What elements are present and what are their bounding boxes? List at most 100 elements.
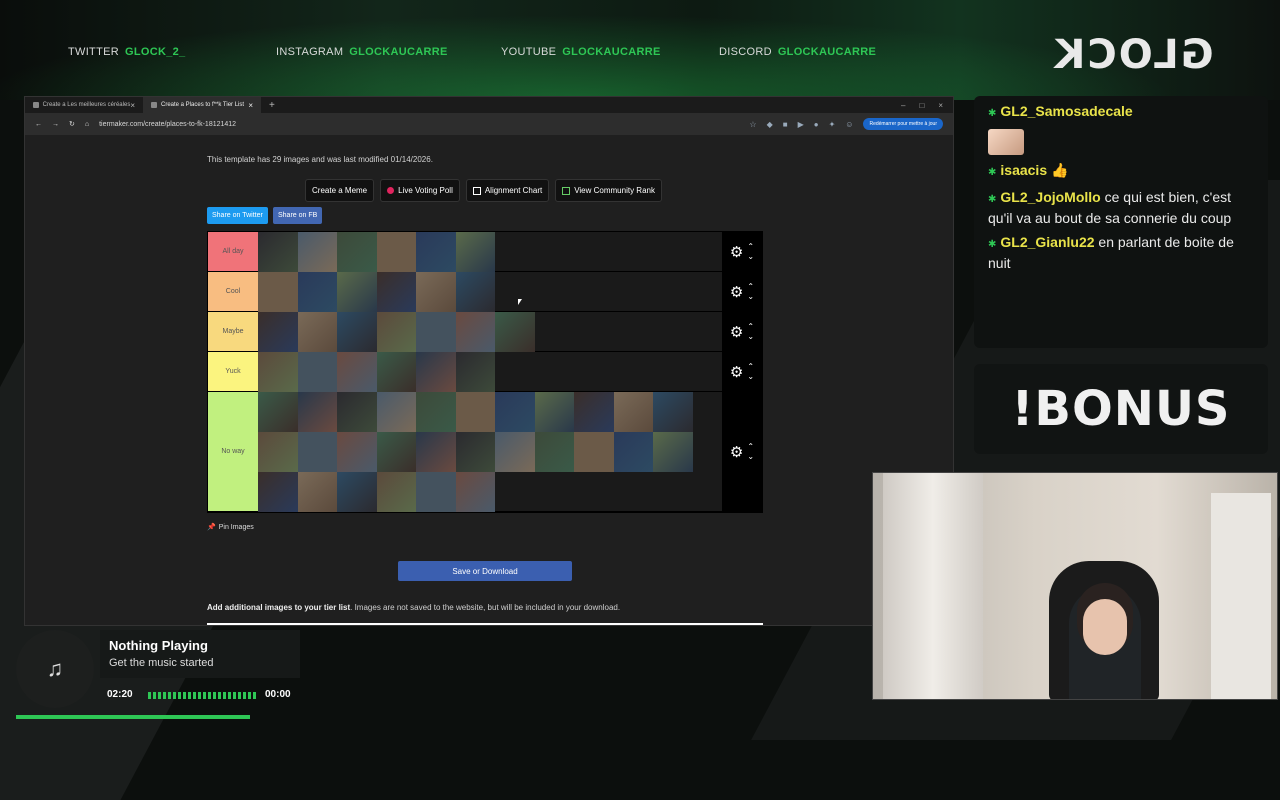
extension-icon[interactable]: ▶ (798, 120, 804, 129)
tier-image[interactable] (574, 432, 614, 472)
chevron-up-icon[interactable]: ⌃ (747, 282, 754, 292)
tier-image[interactable] (376, 312, 416, 352)
tier-image[interactable] (455, 432, 495, 472)
minimize-icon[interactable]: – (901, 101, 905, 110)
tier-image[interactable] (297, 432, 337, 472)
tier-image[interactable] (653, 432, 693, 472)
tier-image[interactable] (416, 232, 456, 272)
tier-image[interactable] (258, 352, 298, 392)
back-icon[interactable]: ← (35, 121, 42, 128)
tier-image[interactable] (455, 312, 495, 352)
chevron-down-icon[interactable]: ⌄ (747, 332, 754, 342)
close-tab-icon[interactable]: × (130, 101, 135, 110)
tier-image[interactable] (416, 272, 456, 312)
puzzle-icon[interactable]: ✦ (829, 120, 836, 129)
tier-image[interactable] (258, 392, 298, 432)
restart-update-button[interactable]: Redémarrer pour mettre à jour (863, 118, 943, 130)
extension-icon[interactable]: ● (814, 120, 819, 129)
tier-image[interactable] (337, 392, 377, 432)
gear-icon[interactable]: ⚙ (730, 363, 743, 381)
tier-image[interactable] (416, 432, 456, 472)
maximize-icon[interactable]: □ (919, 101, 924, 110)
chevron-up-icon[interactable]: ⌃ (747, 242, 754, 252)
tier-image[interactable] (613, 392, 653, 432)
gear-icon[interactable]: ⚙ (730, 243, 743, 261)
tier-image[interactable] (376, 432, 416, 472)
tier-label[interactable]: Cool (208, 272, 258, 311)
alignment-chart-button[interactable]: Alignment Chart (465, 179, 550, 202)
tier-image[interactable] (337, 352, 377, 392)
tier-image[interactable] (376, 472, 416, 512)
close-window-icon[interactable]: × (938, 101, 943, 110)
tier-image[interactable] (337, 232, 377, 272)
tier-image[interactable] (416, 312, 456, 352)
tier-image[interactable] (258, 272, 298, 312)
tier-image[interactable] (258, 432, 298, 472)
tier-label[interactable]: Maybe (208, 312, 258, 351)
bookmark-star-icon[interactable]: ☆ (749, 120, 756, 129)
tier-image[interactable] (495, 392, 535, 432)
tier-image[interactable] (455, 472, 495, 512)
save-download-button[interactable]: Save or Download (398, 561, 572, 581)
tier-image[interactable] (376, 272, 416, 312)
share-twitter-button[interactable]: Share on Twitter (207, 207, 268, 224)
tier-label[interactable]: No way (208, 392, 258, 511)
tier-image[interactable] (297, 352, 337, 392)
browser-tab-active[interactable]: Create a Places to f**k Tier List × (143, 97, 261, 113)
tier-image[interactable] (258, 312, 298, 352)
chevron-down-icon[interactable]: ⌄ (747, 252, 754, 262)
forward-icon[interactable]: → (52, 121, 59, 128)
tier-image[interactable] (455, 232, 495, 272)
chevron-down-icon[interactable]: ⌄ (747, 292, 754, 302)
home-icon[interactable]: ⌂ (85, 121, 89, 128)
tier-image[interactable] (534, 392, 574, 432)
tier-image[interactable] (337, 312, 377, 352)
tier-image[interactable] (653, 392, 693, 432)
tier-image[interactable] (297, 272, 337, 312)
view-community-rank-button[interactable]: View Community Rank (555, 179, 662, 202)
tier-image[interactable] (297, 232, 337, 272)
chevron-down-icon[interactable]: ⌄ (747, 452, 754, 462)
tier-label[interactable]: Yuck (208, 352, 258, 391)
live-voting-poll-button[interactable]: Live Voting Poll (380, 179, 460, 202)
close-tab-icon[interactable]: × (248, 101, 253, 110)
tier-image[interactable] (337, 272, 377, 312)
share-fb-button[interactable]: Share on FB (273, 207, 323, 224)
chevron-up-icon[interactable]: ⌃ (747, 442, 754, 452)
tier-image[interactable] (297, 312, 337, 352)
tier-image[interactable] (455, 392, 495, 432)
chevron-down-icon[interactable]: ⌄ (747, 372, 754, 382)
gear-icon[interactable]: ⚙ (730, 283, 743, 301)
tier-image[interactable] (416, 352, 456, 392)
gear-icon[interactable]: ⚙ (730, 443, 743, 461)
tier-image[interactable] (495, 432, 535, 472)
tier-image[interactable] (258, 472, 298, 512)
tier-image[interactable] (297, 472, 337, 512)
chevron-up-icon[interactable]: ⌃ (747, 322, 754, 332)
profile-icon[interactable]: ☺ (845, 120, 853, 129)
tier-image[interactable] (495, 312, 535, 352)
tier-image[interactable] (416, 472, 456, 512)
tier-image[interactable] (455, 352, 495, 392)
tier-image[interactable] (337, 472, 377, 512)
extension-icon[interactable]: ◆ (767, 120, 773, 129)
tier-image[interactable] (416, 392, 456, 432)
tier-image[interactable] (455, 272, 495, 312)
tier-label[interactable]: All day (208, 232, 258, 271)
new-tab-icon[interactable]: + (269, 100, 275, 111)
tier-image[interactable] (376, 352, 416, 392)
gear-icon[interactable]: ⚙ (730, 323, 743, 341)
tier-image[interactable] (376, 392, 416, 432)
create-meme-button[interactable]: Create a Meme (305, 179, 375, 202)
url-field[interactable]: tiermaker.com/create/places-to-fk-181214… (99, 120, 700, 128)
tier-image[interactable] (613, 432, 653, 472)
extension-icon[interactable]: ■ (783, 120, 788, 129)
tier-image[interactable] (258, 232, 298, 272)
chevron-up-icon[interactable]: ⌃ (747, 362, 754, 372)
tier-image[interactable] (337, 432, 377, 472)
tier-image[interactable] (376, 232, 416, 272)
tier-image[interactable] (574, 392, 614, 432)
reload-icon[interactable]: ↻ (69, 120, 75, 128)
pin-images-toggle[interactable]: 📌 Pin Images (207, 523, 254, 531)
tier-image[interactable] (297, 392, 337, 432)
